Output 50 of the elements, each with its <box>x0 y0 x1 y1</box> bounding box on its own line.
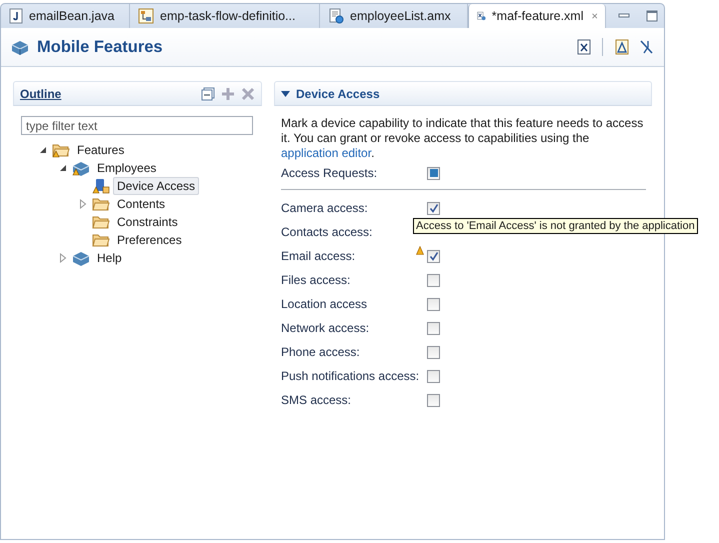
blocks-icon <box>11 39 29 55</box>
delete-icon[interactable] <box>241 86 255 100</box>
maximize-icon[interactable] <box>646 10 658 22</box>
tree-item[interactable]: Preferences <box>113 231 186 249</box>
tooltip: Access to 'Email Access' is not granted by the application <box>413 218 698 234</box>
flow-diagram-icon <box>138 8 154 24</box>
java-file-icon <box>9 8 23 24</box>
field-label: Push notifications access: <box>281 369 420 383</box>
tree-item[interactable]: Constraints <box>113 213 182 231</box>
expanded-arrow-icon[interactable] <box>281 90 290 96</box>
expanded-arrow-icon[interactable] <box>39 146 47 154</box>
field-label: Phone access: <box>281 345 361 359</box>
xml-source-icon[interactable] <box>577 39 591 55</box>
checkbox[interactable] <box>427 370 440 382</box>
outline-title: Outline <box>20 86 62 100</box>
crossed-tool-icon[interactable] <box>638 39 654 55</box>
section-title: Device Access <box>296 86 380 100</box>
field-label: SMS access: <box>281 393 352 407</box>
field-label: Files access: <box>281 273 352 287</box>
checkbox[interactable] <box>427 394 440 406</box>
filter-field[interactable]: type filter text <box>21 116 253 135</box>
description-text: Mark a device capability to indicate that this feature needs to access it. You can grant or revoke access to capabilities using the application editor. <box>281 116 644 161</box>
tree-item[interactable]: Employees <box>93 159 160 177</box>
field-label: Access Requests: <box>281 166 378 180</box>
tree-item[interactable]: Device Access <box>113 177 200 195</box>
expanded-arrow-icon[interactable] <box>59 164 67 172</box>
checkbox[interactable] <box>427 166 440 180</box>
checkbox[interactable] <box>427 202 440 214</box>
checkbox[interactable] <box>427 346 440 358</box>
application-editor-link[interactable]: application editor <box>281 146 372 160</box>
checkbox[interactable] <box>427 322 440 334</box>
checkbox[interactable] <box>427 250 440 262</box>
tree-item[interactable]: Features <box>73 141 128 159</box>
field-label: Email access: <box>281 249 356 263</box>
tree-item[interactable]: Help <box>93 249 126 267</box>
tree-item[interactable]: Contents <box>113 195 170 213</box>
field-label: Network access: <box>281 321 370 335</box>
collapsed-arrow-icon[interactable] <box>79 199 87 209</box>
checkbox[interactable] <box>427 298 440 310</box>
field-label: Camera access: <box>281 201 369 215</box>
field-label: Location access <box>281 297 368 311</box>
collapse-all-icon[interactable] <box>201 86 215 100</box>
close-icon[interactable] <box>592 11 597 21</box>
collapsed-arrow-icon[interactable] <box>59 253 67 263</box>
checkbox[interactable] <box>427 274 440 286</box>
plus-icon[interactable] <box>221 86 235 100</box>
editor-title: Mobile Features <box>37 38 163 56</box>
editor-tab[interactable]: *maf-feature.xml <box>468 4 606 28</box>
page-globe-icon <box>328 8 344 24</box>
document-icon[interactable] <box>614 39 630 55</box>
